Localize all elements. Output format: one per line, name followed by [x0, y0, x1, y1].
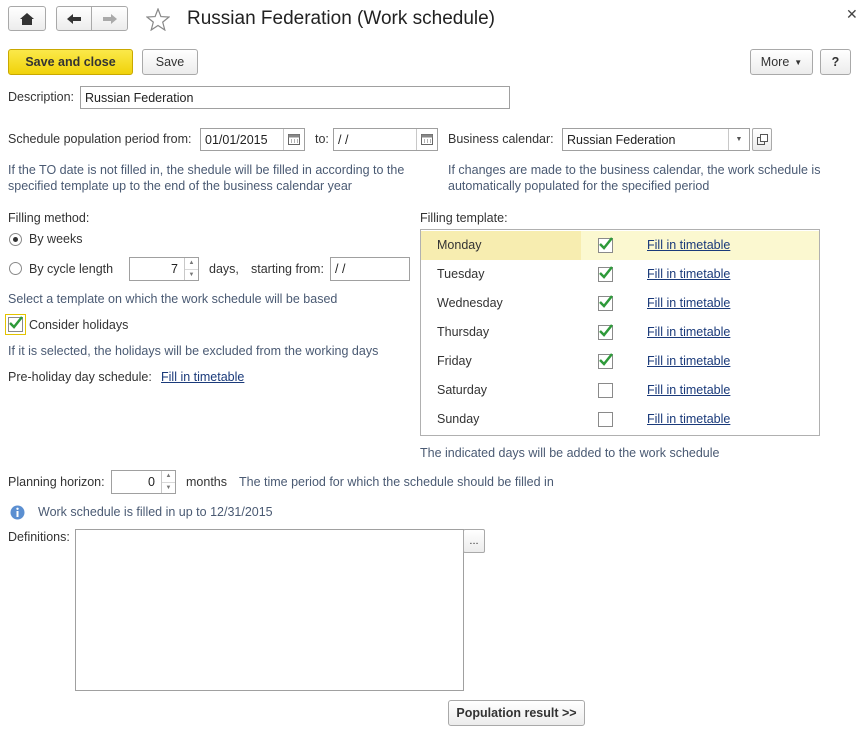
period-from-label: Schedule population period from:: [8, 132, 192, 146]
preholiday-label: Pre-holiday day schedule:: [8, 370, 152, 384]
cycle-length-field[interactable]: 7 ▲ ▼: [129, 257, 199, 281]
fill-timetable-link[interactable]: Fill in timetable: [647, 267, 730, 281]
template-row-thursday[interactable]: Thursday Fill in timetable: [421, 318, 819, 347]
back-button[interactable]: [56, 6, 92, 31]
days-label: days,: [209, 262, 239, 276]
open-window-icon: [756, 134, 768, 145]
fill-timetable-link[interactable]: Fill in timetable: [647, 238, 730, 252]
preholiday-fill-link[interactable]: Fill in timetable: [161, 370, 244, 384]
holidays-hint: If it is selected, the holidays will be …: [8, 344, 379, 358]
fill-timetable-link[interactable]: Fill in timetable: [647, 412, 730, 426]
period-to-field[interactable]: / /: [333, 128, 438, 151]
planning-horizon-value: 0: [148, 475, 155, 489]
day-label: Saturday: [437, 383, 488, 397]
day-checkbox[interactable]: [598, 324, 613, 340]
definitions-label: Definitions:: [8, 530, 70, 544]
months-label: months: [186, 475, 227, 489]
calendar-icon[interactable]: [283, 129, 304, 150]
fill-timetable-link[interactable]: Fill in timetable: [647, 325, 730, 339]
template-row-saturday[interactable]: Saturday Fill in timetable: [421, 376, 819, 405]
template-row-friday[interactable]: Friday Fill in timetable: [421, 347, 819, 376]
check-icon: [599, 324, 613, 337]
check-icon: [9, 316, 23, 329]
day-checkbox[interactable]: [598, 295, 613, 311]
starting-from-label: starting from:: [251, 262, 324, 276]
period-to-value: / /: [338, 132, 349, 147]
home-button[interactable]: [8, 6, 46, 31]
template-row-monday[interactable]: Monday Fill in timetable: [421, 231, 819, 260]
consider-holidays-label: Consider holidays: [29, 318, 129, 332]
planning-horizon-label: Planning horizon:: [8, 475, 105, 489]
day-checkbox[interactable]: [598, 353, 613, 369]
more-label: More: [760, 55, 790, 69]
consider-holidays-checkbox[interactable]: [8, 316, 23, 332]
star-icon[interactable]: [146, 8, 170, 31]
check-icon: [599, 266, 613, 279]
check-icon: [599, 237, 613, 250]
help-button[interactable]: ?: [820, 49, 851, 75]
template-row-sunday[interactable]: Sunday Fill in timetable: [421, 405, 819, 434]
period-to-label: to:: [315, 132, 329, 146]
fill-timetable-link[interactable]: Fill in timetable: [647, 354, 730, 368]
day-label: Friday: [437, 354, 472, 368]
check-icon: [599, 353, 613, 366]
day-label: Sunday: [437, 412, 480, 426]
planning-hint: The time period for which the schedule s…: [239, 475, 554, 489]
day-label: Monday: [437, 238, 482, 252]
business-calendar-field[interactable]: Russian Federation ▼: [562, 128, 750, 151]
filling-template-table: Monday Fill in timetable Tuesday Fill in…: [420, 229, 820, 436]
day-checkbox[interactable]: [598, 412, 613, 427]
info-icon: [10, 505, 25, 520]
planning-horizon-field[interactable]: 0 ▲ ▼: [111, 470, 176, 494]
day-label: Tuesday: [437, 267, 485, 281]
day-checkbox[interactable]: [598, 266, 613, 282]
period-from-value: 01/01/2015: [205, 132, 268, 147]
filling-method-label: Filling method:: [8, 211, 90, 225]
more-button[interactable]: More ▼: [750, 49, 813, 75]
open-link-button[interactable]: [752, 128, 772, 151]
day-checkbox[interactable]: [598, 237, 613, 253]
forward-button[interactable]: [91, 6, 128, 31]
save-and-close-button[interactable]: Save and close: [8, 49, 133, 75]
definitions-select-button[interactable]: ...: [463, 529, 485, 553]
by-cycle-label: By cycle length: [29, 262, 114, 276]
business-calendar-value: Russian Federation: [567, 132, 676, 147]
info-text: Work schedule is filled in up to 12/31/2…: [38, 505, 273, 519]
by-weeks-label: By weeks: [29, 232, 83, 246]
close-icon[interactable]: ✕: [846, 6, 858, 23]
check-icon: [599, 295, 613, 308]
save-button[interactable]: Save: [142, 49, 198, 75]
home-icon: [20, 12, 34, 25]
filling-template-label: Filling template:: [420, 211, 508, 225]
dropdown-arrow-icon[interactable]: ▼: [728, 129, 749, 150]
by-cycle-radio[interactable]: [9, 262, 22, 275]
day-label: Wednesday: [437, 296, 503, 310]
calendar-icon[interactable]: [416, 129, 437, 150]
filling-method-hint: Select a template on which the work sche…: [8, 292, 338, 306]
template-row-tuesday[interactable]: Tuesday Fill in timetable: [421, 260, 819, 289]
arrow-right-icon: [102, 13, 117, 24]
day-label: Thursday: [437, 325, 490, 339]
description-field[interactable]: Russian Federation: [80, 86, 510, 109]
cycle-stepper[interactable]: ▲ ▼: [184, 258, 198, 280]
page-title: Russian Federation (Work schedule): [187, 8, 496, 29]
period-hint: If the TO date is not filled in, the she…: [8, 163, 405, 193]
template-hint: The indicated days will be added to the …: [420, 446, 720, 460]
business-calendar-hint: If changes are made to the business cale…: [448, 163, 821, 193]
period-from-field[interactable]: 01/01/2015: [200, 128, 305, 151]
arrow-left-icon: [67, 13, 81, 24]
starting-from-field[interactable]: / /: [330, 257, 410, 281]
business-calendar-label: Business calendar:: [448, 132, 554, 146]
fill-timetable-link[interactable]: Fill in timetable: [647, 296, 730, 310]
fill-timetable-link[interactable]: Fill in timetable: [647, 383, 730, 397]
definitions-textarea[interactable]: [75, 529, 464, 691]
template-row-wednesday[interactable]: Wednesday Fill in timetable: [421, 289, 819, 318]
description-label: Description:: [8, 90, 74, 104]
chevron-down-icon: ▼: [794, 57, 803, 67]
cycle-length-value: 7: [171, 262, 178, 276]
by-weeks-radio[interactable]: [9, 233, 22, 246]
population-result-button[interactable]: Population result >>: [448, 700, 585, 726]
day-checkbox[interactable]: [598, 383, 613, 398]
planning-stepper[interactable]: ▲ ▼: [161, 471, 175, 493]
